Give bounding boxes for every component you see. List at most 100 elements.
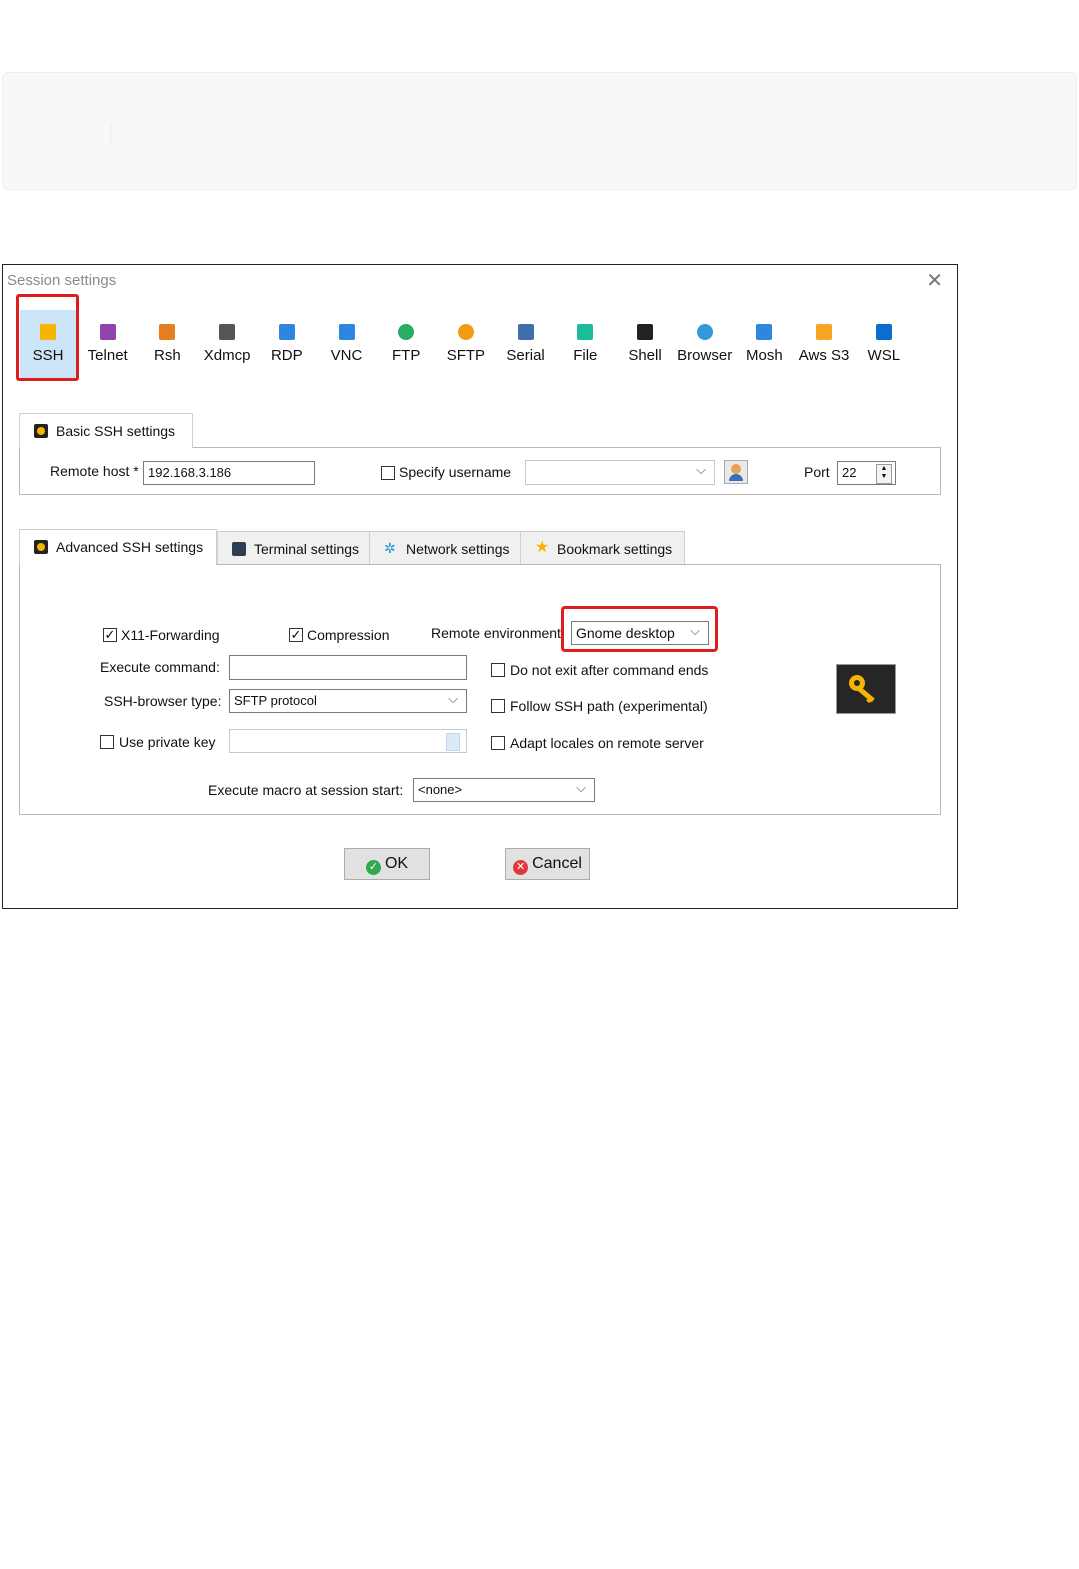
protocol-label: VNC — [330, 347, 363, 364]
check-icon: ✓ — [365, 860, 381, 875]
follow-ssh-path-label: Follow SSH path (experimental) — [510, 698, 708, 714]
shell-icon — [635, 322, 655, 342]
top-text-area — [2, 72, 1077, 190]
private-key-input[interactable] — [229, 729, 467, 753]
sftp-icon — [456, 322, 476, 342]
protocol-label: WSL — [867, 347, 901, 364]
tab-advanced-ssh-settings[interactable]: Advanced SSH settings — [19, 529, 217, 565]
x11-forwarding-checkbox[interactable]: ✓ — [103, 628, 117, 642]
protocol-mosh[interactable]: Mosh — [736, 310, 792, 378]
port-value: 22 — [842, 465, 857, 480]
aws-s3-icon — [814, 322, 834, 342]
port-spinner[interactable]: ▲ ▼ — [876, 464, 892, 484]
protocol-label: Telnet — [87, 347, 128, 364]
execute-macro-select[interactable]: <none> — [413, 778, 595, 802]
ftp-icon — [396, 322, 416, 342]
adapt-locales-checkbox[interactable] — [491, 736, 505, 750]
protocol-rsh[interactable]: Rsh — [139, 310, 195, 378]
ok-button[interactable]: ✓ OK — [344, 848, 430, 880]
protocol-label: FTP — [392, 347, 421, 364]
cancel-icon: ✕ — [513, 860, 529, 875]
protocol-label: Shell — [628, 347, 662, 364]
cancel-label: Cancel — [532, 855, 582, 872]
browser-icon — [695, 322, 715, 342]
follow-ssh-path-checkbox[interactable] — [491, 699, 505, 713]
specify-username-checkbox[interactable] — [381, 466, 395, 480]
star-icon: ★ — [535, 539, 550, 556]
ssh-key-icon — [34, 540, 48, 554]
ok-label: OK — [384, 855, 409, 872]
execute-command-input[interactable] — [229, 655, 467, 680]
highlight-ssh-box — [16, 294, 79, 381]
protocol-label: Serial — [506, 347, 545, 364]
compression-label: Compression — [307, 627, 390, 643]
user-manager-button[interactable] — [724, 460, 748, 484]
compression-checkbox[interactable]: ✓ — [289, 628, 303, 642]
protocol-wsl[interactable]: WSL — [856, 310, 912, 378]
protocol-shell[interactable]: Shell — [617, 310, 673, 378]
do-not-exit-checkbox[interactable] — [491, 663, 505, 677]
ssh-key-button[interactable] — [836, 664, 896, 714]
use-private-key-label: Use private key — [119, 734, 216, 750]
protocol-telnet[interactable]: Telnet — [80, 310, 136, 378]
do-not-exit-label: Do not exit after command ends — [510, 662, 709, 678]
ssh-key-icon — [34, 424, 48, 438]
close-icon[interactable]: ✕ — [926, 268, 943, 293]
wsl-icon — [874, 322, 894, 342]
protocol-ftp[interactable]: FTP — [378, 310, 434, 378]
terminal-icon — [232, 542, 246, 556]
protocol-label: File — [573, 347, 598, 364]
use-private-key-checkbox[interactable] — [100, 735, 114, 749]
tab-label: Advanced SSH settings — [56, 539, 204, 555]
protocol-label: Rsh — [154, 347, 181, 364]
highlight-remote-environment-box — [561, 606, 718, 652]
user-icon — [731, 464, 741, 474]
remote-host-label: Remote host * — [50, 463, 139, 479]
xdmcp-icon — [217, 322, 237, 342]
specify-username-label: Specify username — [399, 464, 512, 480]
user-body-shape — [729, 474, 743, 481]
ssh-browser-type-label: SSH-browser type: — [104, 693, 222, 709]
protocol-serial[interactable]: Serial — [498, 310, 554, 378]
tab-basic-ssh-settings[interactable]: Basic SSH settings — [19, 413, 193, 448]
remote-host-input[interactable]: 192.168.3.186 — [143, 461, 315, 485]
protocol-label: Mosh — [746, 347, 783, 364]
protocol-sftp[interactable]: SFTP — [438, 310, 494, 378]
tab-label: Terminal settings — [254, 541, 360, 557]
tab-terminal-settings[interactable]: Terminal settings — [217, 531, 370, 565]
protocol-label: Xdmcp — [203, 347, 251, 364]
protocol-browser[interactable]: Browser — [677, 310, 733, 378]
file-icon — [575, 322, 595, 342]
cancel-button[interactable]: ✕ Cancel — [505, 848, 590, 880]
ssh-browser-type-select[interactable]: SFTP protocol — [229, 689, 467, 713]
key-icon — [849, 675, 875, 704]
protocol-aws-s3[interactable]: Aws S3 — [796, 310, 852, 378]
port-input[interactable]: 22 ▲ ▼ — [837, 461, 896, 485]
advanced-settings-panel: ✓ X11-Forwarding ✓ Compression Remote en… — [19, 564, 941, 815]
telnet-icon — [98, 322, 118, 342]
x11-forwarding-label: X11-Forwarding — [121, 627, 220, 643]
protocol-rdp[interactable]: RDP — [259, 310, 315, 378]
remote-environment-label: Remote environment — [431, 625, 561, 641]
session-settings-dialog: Session settings ✕ SSH Telnet Rsh Xdmcp RDP V… — [2, 264, 958, 909]
protocol-label: RDP — [270, 347, 303, 364]
tab-bookmark-settings[interactable]: ★ Bookmark settings — [520, 531, 685, 565]
protocol-label: SFTP — [446, 347, 486, 364]
tab-label: Basic SSH settings — [56, 423, 176, 439]
protocol-vnc[interactable]: VNC — [319, 310, 375, 378]
rdp-icon — [277, 322, 297, 342]
port-label: Port — [804, 464, 830, 480]
dialog-title: Session settings — [7, 272, 117, 289]
adapt-locales-label: Adapt locales on remote server — [510, 735, 704, 751]
tab-network-settings[interactable]: ✲ Network settings — [369, 531, 521, 565]
vnc-icon — [337, 322, 357, 342]
tab-label: Bookmark settings — [557, 541, 673, 557]
file-icon[interactable] — [446, 733, 460, 751]
username-select[interactable] — [525, 460, 715, 485]
protocol-file[interactable]: File — [557, 310, 613, 378]
text-caret — [110, 123, 112, 145]
protocol-xdmcp[interactable]: Xdmcp — [199, 310, 255, 378]
rsh-icon — [157, 322, 177, 342]
protocol-label: Aws S3 — [798, 347, 850, 364]
serial-icon — [516, 322, 536, 342]
